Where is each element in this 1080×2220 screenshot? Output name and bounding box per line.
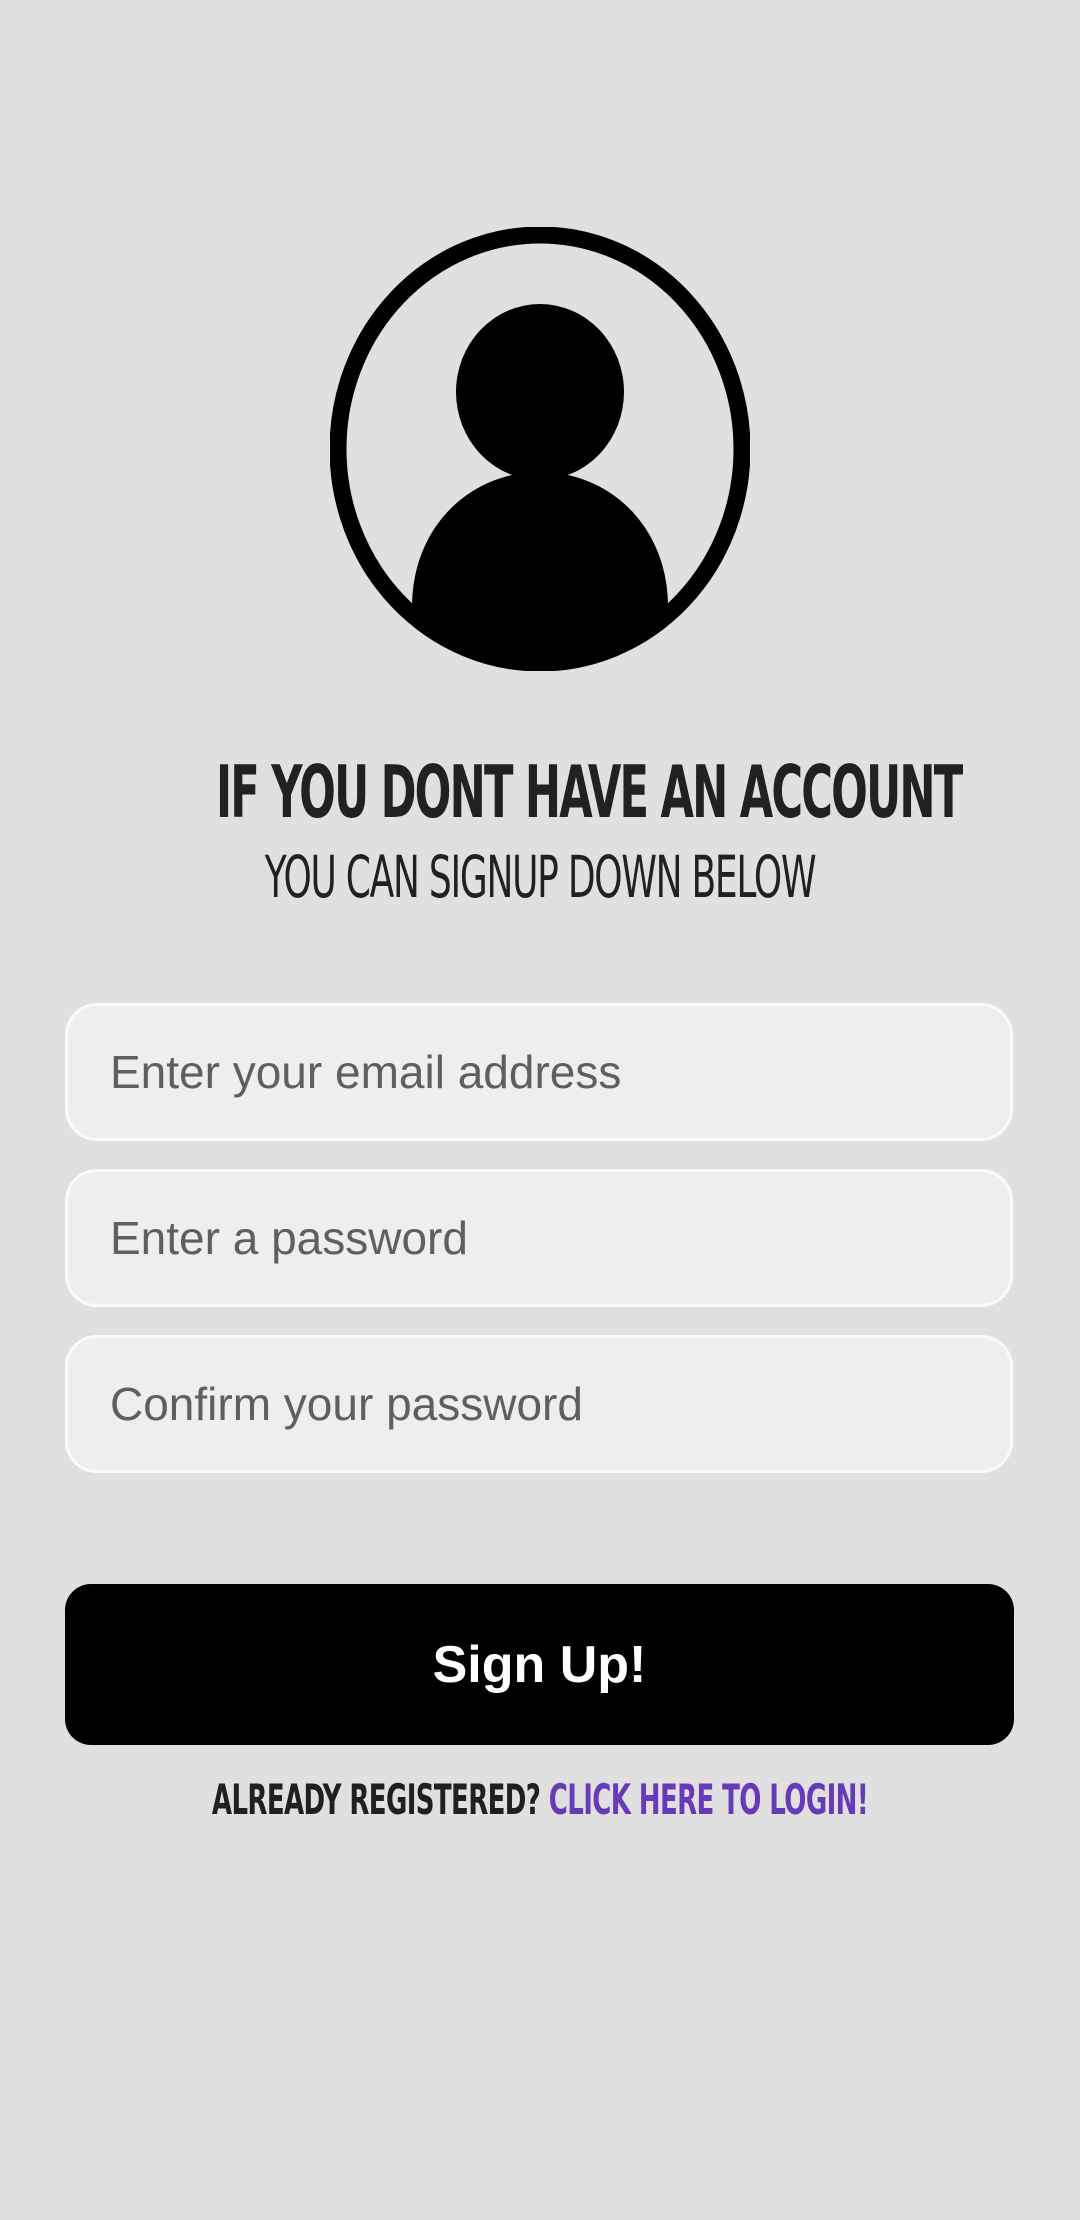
email-input[interactable] bbox=[110, 1045, 1010, 1099]
email-field[interactable] bbox=[65, 1003, 1013, 1141]
page-subtitle: YOU CAN SIGNUP DOWN BELOW bbox=[264, 843, 817, 911]
page-title: IF YOU DONT HAVE AN ACCOUNT bbox=[216, 750, 963, 834]
login-prompt: ALREADY REGISTERED? CLICK HERE TO LOGIN! bbox=[205, 1772, 875, 1828]
sign-up-button[interactable]: Sign Up! bbox=[65, 1584, 1014, 1745]
avatar-head bbox=[456, 304, 624, 480]
confirm-password-input[interactable] bbox=[110, 1377, 1010, 1431]
already-registered-label: ALREADY REGISTERED? bbox=[211, 1775, 549, 1824]
login-link[interactable]: CLICK HERE TO LOGIN! bbox=[549, 1775, 869, 1824]
account-circle-icon bbox=[330, 227, 750, 671]
confirm-password-field[interactable] bbox=[65, 1335, 1013, 1473]
password-input[interactable] bbox=[110, 1211, 1010, 1265]
password-field[interactable] bbox=[65, 1169, 1013, 1307]
